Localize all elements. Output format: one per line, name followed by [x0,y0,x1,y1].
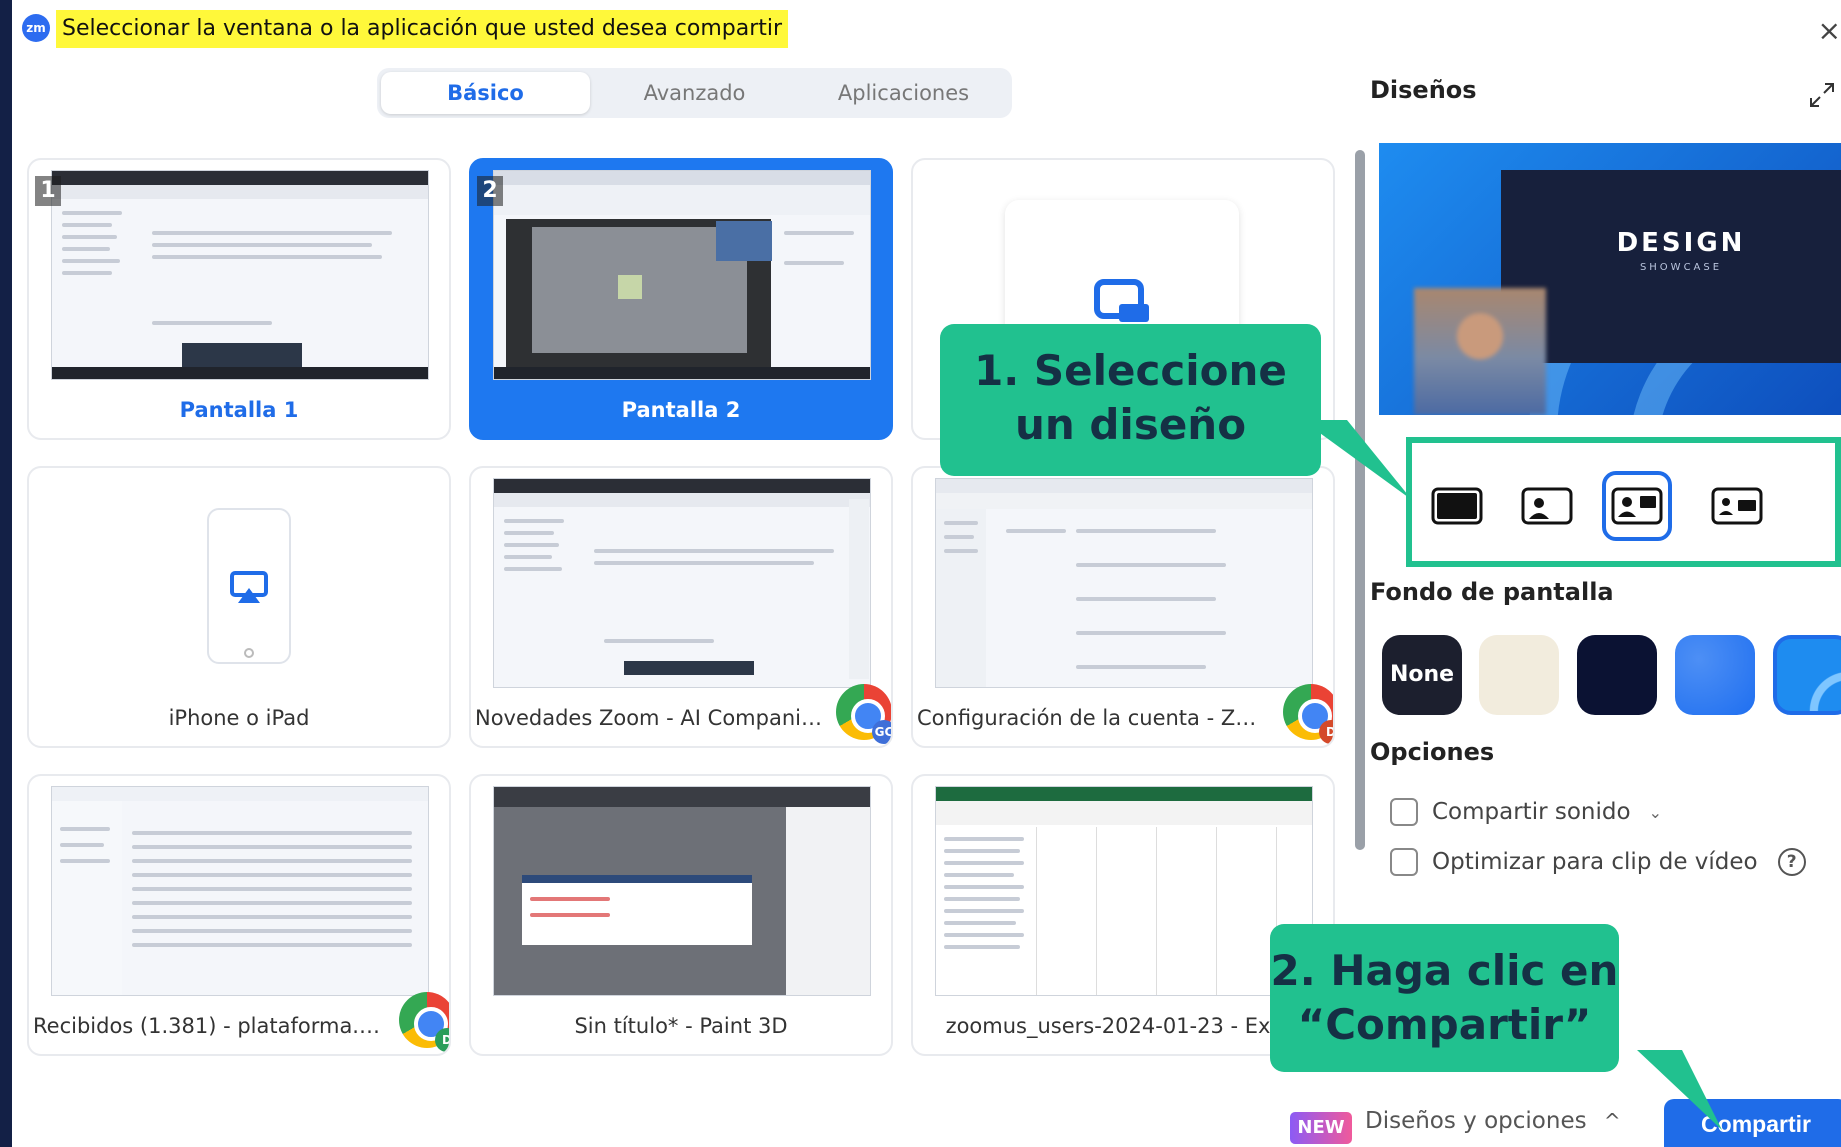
tab-aplicaciones[interactable]: Aplicaciones [799,72,1008,114]
title-bar: zm Seleccionar la ventana o la aplicació… [12,0,1841,56]
source-card-recibidos[interactable]: Recibidos (1.381) - plataforma.co... D [27,774,451,1056]
background-none[interactable]: None [1382,635,1462,715]
background-blue[interactable] [1675,635,1755,715]
callout-select-layout: 1. Seleccione un diseño [940,324,1321,476]
layout-screen-only[interactable] [1422,471,1492,541]
optimize-video-label: Optimizar para clip de vídeo [1432,849,1758,875]
source-label: Configuración de la cuenta - Zoo... [917,706,1281,730]
background-navy[interactable] [1577,635,1657,715]
preview-slide: DESIGN SHOWCASE [1501,170,1841,363]
source-card-novedades-zoom[interactable]: Novedades Zoom - AI Companio... GC [469,466,893,748]
chrome-icon: D [1283,684,1333,744]
share-window-icon [1094,279,1149,322]
window-thumbnail [51,786,429,996]
layout-options [1406,437,1841,567]
layout-side-by-side[interactable] [1702,471,1772,541]
profile-badge: D [435,1028,449,1052]
tab-avanzado[interactable]: Avanzado [590,72,799,114]
callout-line: “Compartir” [1297,1000,1592,1049]
preview-slide-subtitle: SHOWCASE [1639,262,1723,273]
source-label: iPhone o iPad [168,706,310,730]
callout-line: 1. Seleccione [974,346,1287,395]
source-card-configuracion-cuenta[interactable]: Configuración de la cuenta - Zoo... D [911,466,1335,748]
callout-pointer [1637,1050,1722,1130]
tab-basico[interactable]: Básico [381,72,590,114]
screen-number: 1 [35,176,61,206]
source-card-paint-3d[interactable]: Sin título* - Paint 3D [469,774,893,1056]
profile-badge: D [1319,720,1333,744]
close-icon[interactable]: × [1818,14,1841,47]
optimize-video-checkbox[interactable] [1390,848,1418,876]
share-sound-label: Compartir sonido [1432,799,1631,825]
window-thumbnail [935,786,1313,996]
share-sound-option[interactable]: Compartir sonido ⌄ [1390,796,1662,828]
callout-click-share: 2. Haga clic en “Compartir” [1270,924,1619,1072]
screen-thumbnail [51,170,429,380]
preview-slide-title: DESIGN [1616,228,1746,258]
share-screen-dialog: zm Seleccionar la ventana o la aplicació… [12,0,1841,1147]
phone-outline [207,508,291,664]
chrome-icon: D [399,992,449,1052]
presenter-side-icon [1611,487,1663,525]
window-thumbnail [493,786,871,996]
options-heading: Opciones [1370,738,1495,766]
layouts-options-toggle[interactable]: Diseños y opciones ^ [1365,1108,1621,1134]
source-card-iphone-ipad[interactable]: iPhone o iPad [27,466,451,748]
side-by-side-icon [1711,487,1763,525]
layout-preview: DESIGN SHOWCASE [1379,143,1841,415]
airplay-icon [230,571,268,603]
source-label: Pantalla 2 [621,398,741,422]
dialog-title: Seleccionar la ventana o la aplicación q… [56,10,789,48]
layout-presenter-side[interactable] [1602,471,1672,541]
source-card-pantalla-1[interactable]: 1 Pantalla 1 [27,158,451,440]
source-label: Recibidos (1.381) - plataforma.co... [33,1014,404,1038]
share-tabs: Básico Avanzado Aplicaciones [377,68,1012,118]
expand-icon[interactable] [1807,80,1837,110]
source-label: Pantalla 1 [179,398,299,422]
new-badge: NEW [1290,1112,1352,1144]
zoom-logo-icon: zm [22,14,50,42]
background-heading: Fondo de pantalla [1370,578,1614,606]
window-thumbnail [935,478,1313,688]
profile-badge: GC [872,720,891,744]
screen-thumbnail [493,170,871,380]
source-card-pantalla-2[interactable]: 2 Pantalla 2 [469,158,893,440]
source-label: Novedades Zoom - AI Companio... [475,706,834,730]
optimize-video-option[interactable]: Optimizar para clip de vídeo ? [1390,846,1806,878]
window-thumbnail [493,478,871,688]
callout-line: 2. Haga clic en [1270,946,1619,995]
share-sound-checkbox[interactable] [1390,798,1418,826]
screen-only-icon [1431,487,1483,525]
help-icon[interactable]: ? [1777,848,1806,876]
presenter-video-thumbnail [1414,288,1546,415]
layout-picture-in-picture[interactable] [1512,471,1582,541]
background-options: None [1382,635,1841,715]
screen-number: 2 [477,176,503,206]
callout-line: un diseño [1014,400,1247,449]
layouts-options-label: Diseños y opciones [1365,1108,1587,1134]
source-label: Sin título* - Paint 3D [574,1014,788,1038]
chrome-icon: GC [836,684,891,744]
chevron-down-icon[interactable]: ⌄ [1649,803,1662,822]
picture-in-picture-icon [1521,487,1573,525]
layouts-heading: Diseños [1370,76,1477,104]
background-cream[interactable] [1479,635,1559,715]
chevron-up-icon: ^ [1603,1109,1621,1133]
background-waves[interactable] [1773,635,1841,715]
